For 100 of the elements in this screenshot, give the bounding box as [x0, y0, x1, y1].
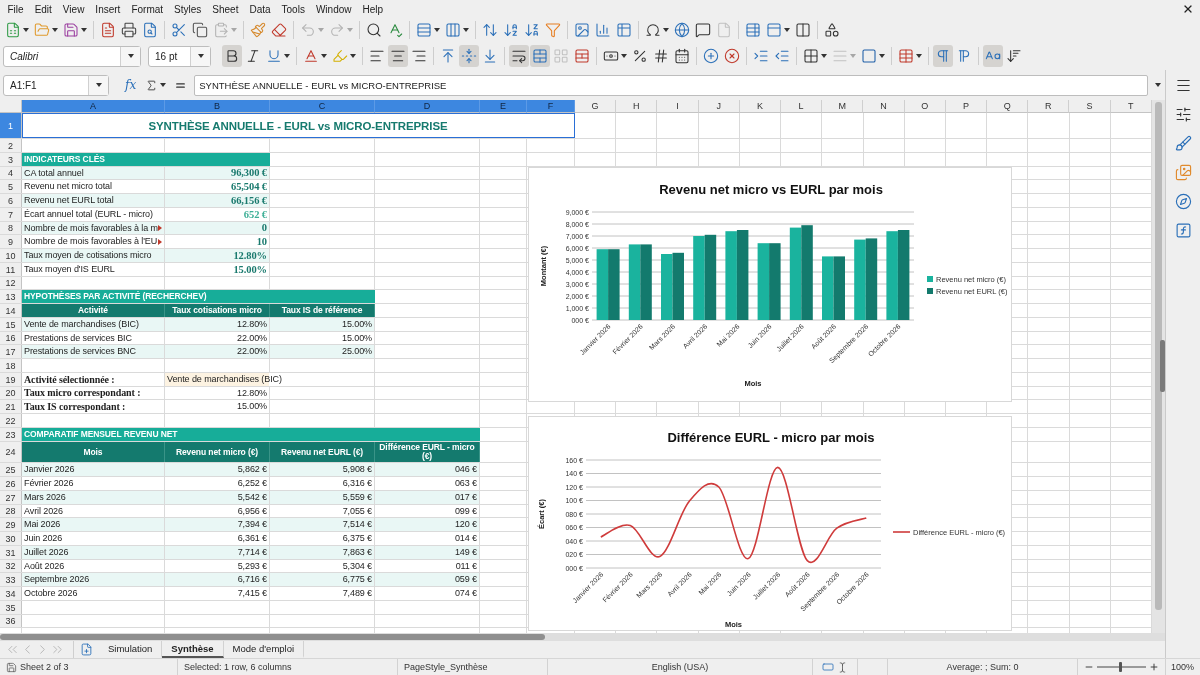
row-number-header[interactable]: 13	[0, 290, 22, 303]
align-center-button[interactable]	[388, 45, 408, 67]
column-letter-header[interactable]: R	[1028, 100, 1070, 113]
functions-sidebar-button[interactable]	[1174, 221, 1192, 239]
row-number-header[interactable]: 27	[0, 491, 22, 504]
properties-sidebar-button[interactable]	[1174, 105, 1192, 123]
sheet-tab[interactable]: Synthèse	[162, 641, 224, 658]
row-number-header[interactable]: 10	[0, 249, 22, 262]
row-number-header[interactable]: 16	[0, 332, 22, 344]
row-number-header[interactable]: 7	[0, 208, 22, 221]
spreadsheet-grid[interactable]	[0, 100, 1152, 633]
row-number-header[interactable]: 2	[0, 139, 22, 152]
horizontal-scrollbar[interactable]	[0, 633, 1165, 641]
column-letter-header[interactable]: K	[739, 100, 781, 113]
row-number-header[interactable]: 5	[0, 180, 22, 193]
column-letter-header[interactable]: N	[863, 100, 905, 113]
row-number-header[interactable]: 28	[0, 505, 22, 517]
zoom-slider-thumb[interactable]	[1118, 662, 1122, 672]
menu-item[interactable]: View	[57, 1, 90, 17]
row-number-header[interactable]: 25	[0, 463, 22, 476]
column-letter-header[interactable]: T	[1110, 100, 1152, 113]
menu-item[interactable]: Styles	[168, 1, 207, 17]
row-number-header[interactable]: 3	[0, 153, 22, 166]
font-size-field[interactable]: 16 pt	[148, 45, 211, 67]
bold-button[interactable]	[222, 45, 242, 67]
wrap-text-button[interactable]	[509, 45, 529, 67]
menu-item[interactable]: Edit	[29, 1, 58, 17]
menu-item[interactable]: Sheet	[206, 1, 244, 17]
row-number-header[interactable]: 30	[0, 532, 22, 545]
column-letter-header[interactable]: P	[945, 100, 988, 113]
zoom-in-button[interactable]	[1149, 662, 1159, 672]
column-letter-header[interactable]: L	[781, 100, 823, 113]
row-number-header[interactable]: 4	[0, 167, 22, 179]
menu-item[interactable]: Insert	[89, 1, 126, 17]
column-letter-header[interactable]: H	[616, 100, 658, 113]
column-letter-header[interactable]: F	[527, 100, 575, 113]
column-letter-header[interactable]: A	[22, 100, 165, 113]
row-number-header[interactable]: 19	[0, 373, 22, 386]
row-number-header[interactable]: 6	[0, 194, 22, 207]
column-letter-header[interactable]: M	[822, 100, 864, 113]
column-letter-header[interactable]: C	[270, 100, 375, 113]
row-number-header[interactable]: 8	[0, 222, 22, 234]
merge-center-button[interactable]	[530, 45, 550, 67]
sheet-tab[interactable]: Simulation	[99, 641, 163, 658]
menu-item[interactable]: Help	[357, 1, 389, 17]
column-letter-header[interactable]: D	[375, 100, 480, 113]
sort-icon	[482, 22, 498, 38]
text-horizontal-button[interactable]	[983, 45, 1003, 67]
row-number-header[interactable]: 14	[0, 304, 22, 317]
gallery-sidebar-button[interactable]	[1174, 163, 1192, 181]
row-number-header[interactable]: 33	[0, 573, 22, 586]
column-letter-header[interactable]: Q	[987, 100, 1029, 113]
menu-item[interactable]: Tools	[276, 1, 311, 17]
row-number-header[interactable]: 29	[0, 518, 22, 531]
close-document-button[interactable]	[1182, 3, 1194, 15]
column-letter-header[interactable]: J	[698, 100, 740, 113]
column-letter-header[interactable]: B	[165, 100, 270, 113]
row-number-header[interactable]: 9	[0, 235, 22, 248]
column-letter-header[interactable]: E	[480, 100, 527, 113]
column-letter-header[interactable]: S	[1069, 100, 1111, 113]
section-header: HYPOTHÈSES PAR ACTIVITÉ (RECHERCHEV)	[22, 290, 375, 303]
row-number-header[interactable]: 11	[0, 263, 22, 276]
row-number-header[interactable]: 1	[0, 113, 22, 138]
name-box[interactable]: A1:F1	[3, 74, 109, 96]
row-number-header[interactable]: 21	[0, 400, 22, 413]
grid-icon	[553, 48, 569, 64]
row-number-header[interactable]: 24	[0, 442, 22, 462]
row-number-header[interactable]: 26	[0, 477, 22, 490]
navigator-sidebar-button[interactable]	[1174, 192, 1192, 210]
font-name-field[interactable]: Calibri	[3, 45, 141, 67]
row-number-header[interactable]: 36	[0, 615, 22, 627]
column-letter-header[interactable]: G	[575, 100, 617, 113]
row-number-header[interactable]: 18	[0, 359, 22, 372]
wrap-text-icon	[511, 48, 527, 64]
sheet-tab[interactable]: Mode d'emploi	[223, 641, 305, 658]
expand-formula-button[interactable]	[1154, 83, 1162, 87]
row-number-header[interactable]: 23	[0, 428, 22, 441]
omega-icon	[645, 22, 661, 38]
row-number-header[interactable]: 15	[0, 318, 22, 331]
function-wizard-button[interactable]: fx	[123, 78, 139, 92]
menu-item[interactable]: Data	[243, 1, 277, 17]
row-number-header[interactable]: 32	[0, 560, 22, 572]
column-letter-header[interactable]: I	[657, 100, 699, 113]
row-number-header[interactable]: 31	[0, 546, 22, 559]
sidebar-collapse-handle[interactable]	[1160, 340, 1165, 392]
align-middle-button[interactable]	[459, 45, 479, 67]
row-number-header[interactable]: 22	[0, 414, 22, 427]
row-number-header[interactable]: 35	[0, 601, 22, 614]
styles-sidebar-button[interactable]	[1174, 134, 1192, 152]
row-number-header[interactable]: 20	[0, 387, 22, 399]
menu-item[interactable]: Format	[125, 1, 169, 17]
row-number-header[interactable]: 34	[0, 587, 22, 600]
column-letter-header[interactable]: O	[904, 100, 946, 113]
vertical-scrollbar[interactable]	[1152, 100, 1165, 633]
row-number-header[interactable]: 17	[0, 345, 22, 358]
menu-item[interactable]: File	[2, 1, 30, 17]
row-number-header[interactable]: 12	[0, 277, 22, 289]
ltr-button[interactable]	[933, 45, 953, 67]
menu-item[interactable]: Window	[310, 1, 357, 17]
formula-input[interactable]: SYNTHÈSE ANNUELLE - EURL vs MICRO-ENTREPRISE	[194, 74, 1148, 96]
